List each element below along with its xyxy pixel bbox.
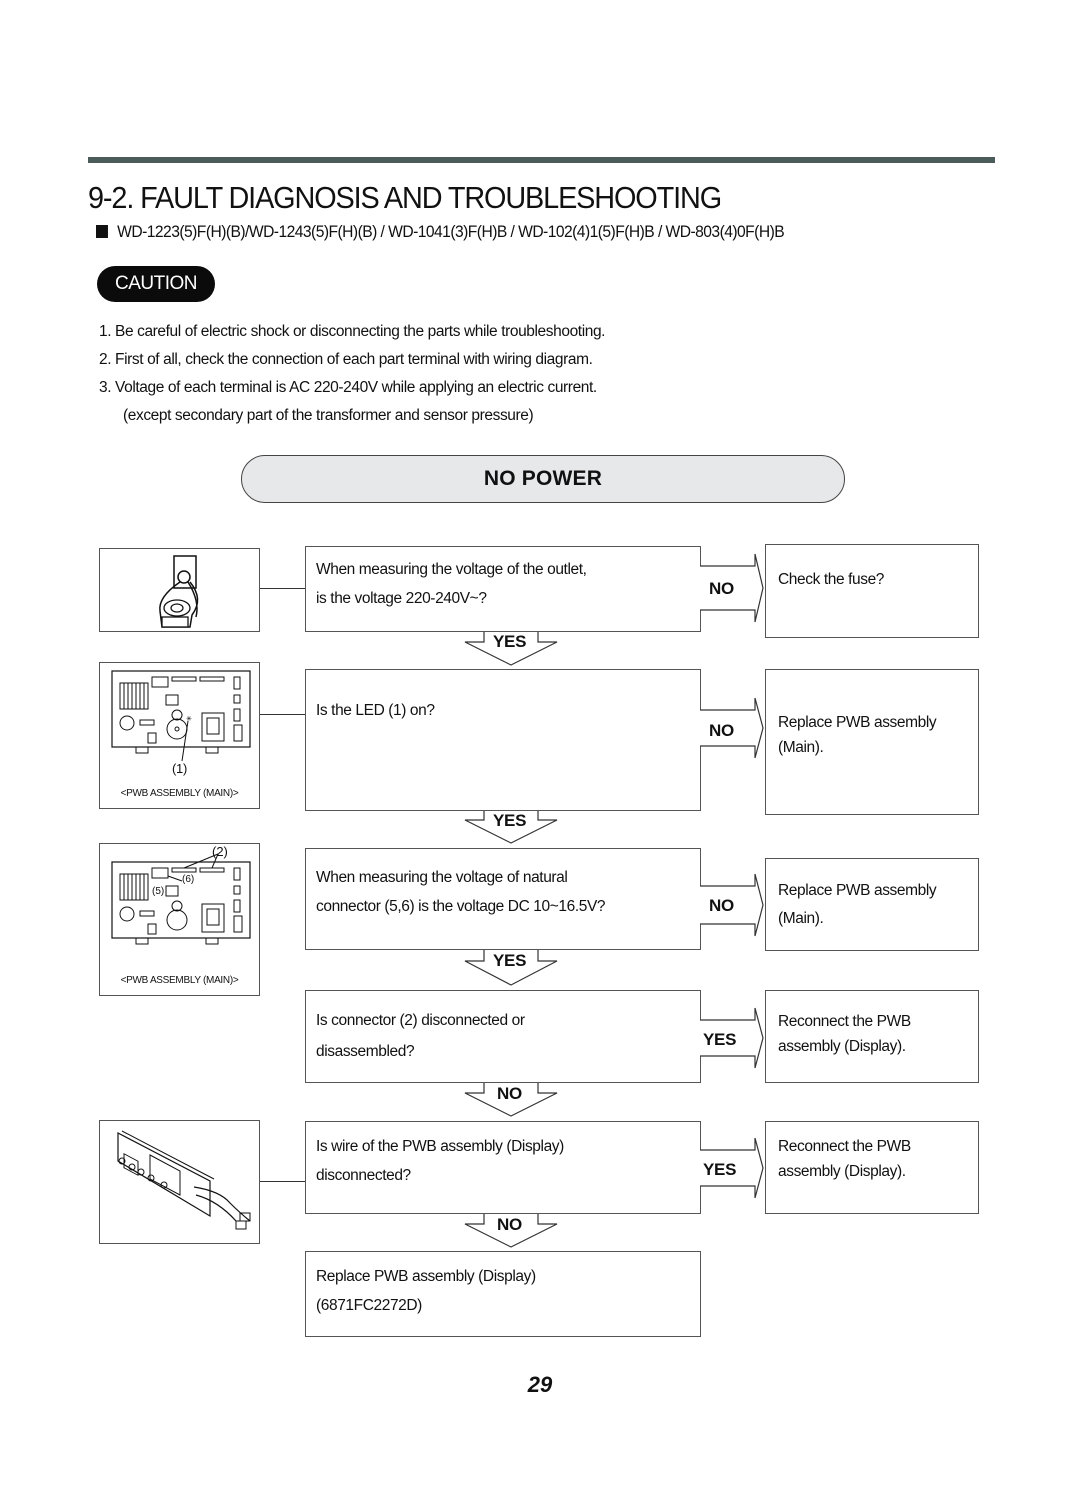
branch-label-yes: YES	[493, 951, 527, 970]
down-arrows	[464, 632, 558, 1248]
branch-label-yes: YES	[493, 632, 527, 651]
branch-label-no: NO	[497, 1215, 522, 1234]
branch-label-yes: YES	[493, 811, 527, 830]
branch-label-no: NO	[497, 1084, 522, 1103]
page-number: 29	[527, 1372, 553, 1397]
